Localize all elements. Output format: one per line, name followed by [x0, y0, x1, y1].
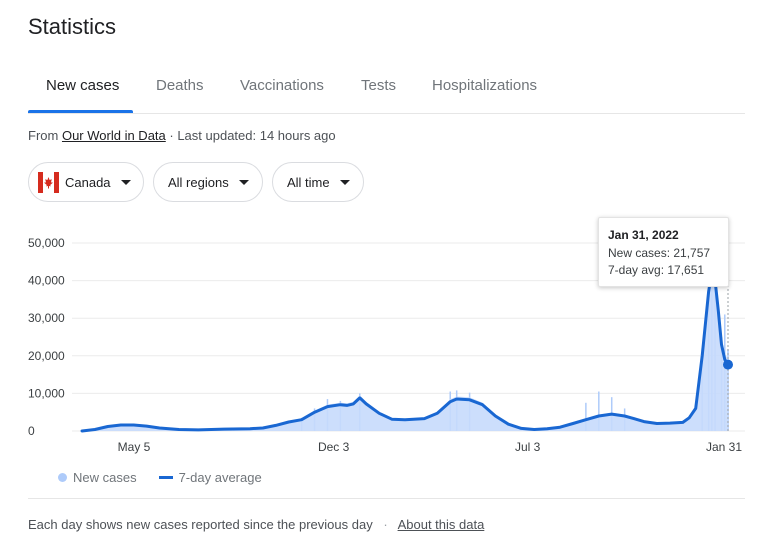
tab-tests[interactable]: Tests: [361, 77, 396, 94]
new-cases-legend-swatch: [58, 473, 67, 482]
active-tab-indicator: [28, 110, 133, 113]
y-tick-label: 10,000: [28, 386, 65, 400]
x-tick-label: May 5: [118, 440, 151, 454]
region-label: All regions: [168, 174, 229, 190]
chart-tooltip: Jan 31, 2022 New cases: 21,757 7-day avg…: [598, 217, 729, 287]
country-select[interactable]: Canada: [28, 162, 144, 202]
hover-point: [723, 359, 733, 370]
chevron-down-icon: [120, 179, 131, 185]
data-source: From Our World in Data · Last updated: 1…: [28, 128, 336, 143]
x-axis-labels: May 5 Dec 3 Jul 3 Jan 31: [118, 440, 743, 454]
legend-new-cases: New cases: [73, 470, 137, 485]
tooltip-new-cases: New cases: 21,757: [608, 246, 711, 260]
tab-deaths[interactable]: Deaths: [156, 77, 204, 94]
x-tick-label: Jan 31: [706, 440, 742, 454]
source-link[interactable]: Our World in Data: [62, 128, 166, 143]
x-tick-label: Jul 3: [515, 440, 541, 454]
country-label: Canada: [65, 174, 111, 190]
last-updated: · Last updated: 14 hours ago: [169, 128, 336, 143]
y-axis-labels: 0 10,000 20,000 30,000 40,000 50,000: [28, 236, 65, 438]
y-tick-label: 50,000: [28, 236, 65, 250]
footer-note: Each day shows new cases reported since …: [28, 517, 373, 532]
chevron-down-icon: [339, 179, 350, 185]
tab-vaccinations[interactable]: Vaccinations: [240, 77, 324, 94]
legend-average: 7-day average: [178, 470, 262, 485]
tooltip-date: Jan 31, 2022: [608, 228, 679, 242]
source-prefix: From: [28, 128, 59, 143]
tab-new-cases[interactable]: New cases: [46, 77, 119, 94]
tooltip-average: 7-day avg: 17,651: [608, 263, 705, 277]
tab-hospitalizations[interactable]: Hospitalizations: [432, 77, 537, 94]
stats-tabs: New cases Deaths Vaccinations Tests Hosp…: [28, 70, 745, 114]
footer-separator: ·: [383, 517, 388, 532]
seven-day-average-line: [80, 269, 730, 433]
x-tick-label: Dec 3: [318, 440, 350, 454]
region-select[interactable]: All regions: [153, 162, 263, 202]
y-tick-label: 30,000: [28, 311, 65, 325]
about-data-link[interactable]: About this data: [398, 517, 485, 532]
page-title: Statistics: [28, 14, 117, 39]
canada-flag-icon: [38, 171, 59, 193]
average-legend-swatch: [158, 476, 173, 479]
chart-legend: New cases 7-day average: [58, 470, 262, 485]
time-range-select[interactable]: All time: [272, 162, 364, 202]
footer-divider: [28, 498, 745, 499]
y-tick-label: 20,000: [28, 349, 65, 363]
chevron-down-icon: [238, 179, 249, 185]
footer: Each day shows new cases reported since …: [28, 517, 484, 532]
time-range-label: All time: [287, 174, 330, 190]
y-tick-label: 0: [28, 424, 35, 438]
y-tick-label: 40,000: [28, 274, 65, 288]
